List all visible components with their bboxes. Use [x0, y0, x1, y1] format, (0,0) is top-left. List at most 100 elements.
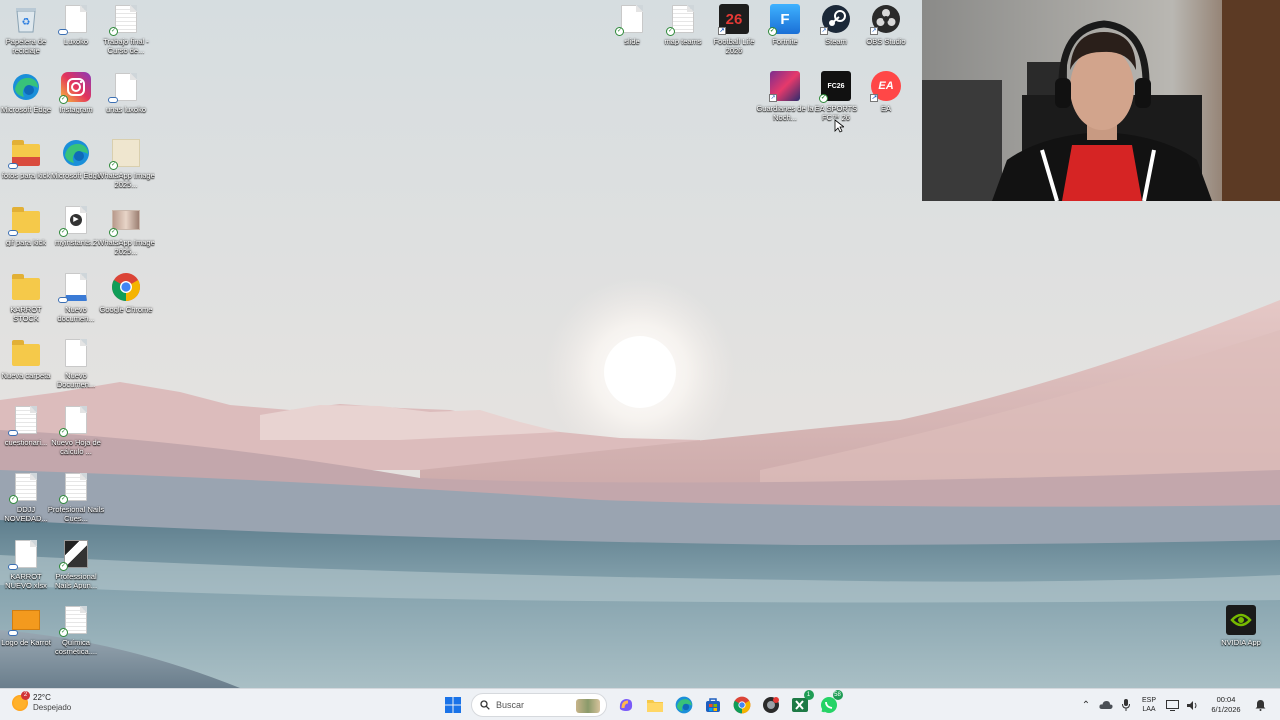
desktop-icon-fortnite[interactable]: F ✓ Fortnite	[759, 4, 811, 46]
nvidia-icon	[1226, 605, 1256, 635]
game-icon: ↗	[769, 71, 800, 102]
desktop-icon-label: WhatsApp Image 2025...	[97, 171, 155, 189]
game-icon: 26 ↗	[718, 4, 749, 35]
edge-icon	[61, 138, 91, 168]
desktop-icon-label: Professional Nails Apun...	[54, 572, 98, 590]
desktop-icon-label: Profesional Nails Cues...	[47, 505, 105, 523]
image-icon	[8, 605, 41, 636]
show-hidden-icons-button[interactable]: ⌃	[1076, 693, 1096, 717]
desktop-icon-profesional-nails-cues[interactable]: ✓ Profesional Nails Cues...	[47, 472, 105, 523]
file-explorer-button[interactable]	[643, 693, 667, 717]
app-button[interactable]	[759, 693, 783, 717]
desktop-icon-label: WhatsApp Image 2025...	[97, 238, 155, 256]
instagram-icon: ✓	[59, 72, 91, 104]
desktop-icon-microsoft-edge[interactable]: Microsoft Edge	[0, 72, 52, 114]
image-icon: ✓	[59, 539, 91, 571]
document-icon	[61, 338, 91, 368]
microphone-icon	[1122, 699, 1130, 711]
desktop-icon-ea-sports-fc26[interactable]: FC26 ✓ EA SPORTS FC™ 26	[810, 71, 862, 122]
recycle-bin-icon: ♻	[11, 4, 41, 34]
desktop-icon-label: Fortnite	[772, 37, 798, 46]
desktop-icon-guardianes[interactable]: ↗ Guardianes de la Noch...	[756, 71, 814, 122]
desktop-icon-nueva-carpeta[interactable]: Nueva carpeta	[0, 338, 52, 380]
image-icon: ✓	[109, 205, 141, 237]
tray-onedrive-button[interactable]	[1096, 693, 1116, 717]
desktop-icon-label: Química cosmética....	[54, 638, 98, 656]
desktop-icon-logo-karrot[interactable]: Logo de Karrot	[0, 605, 52, 647]
app-icon	[762, 697, 779, 713]
document-icon	[58, 4, 91, 35]
desktop-icon-label: unas luxoko	[105, 105, 147, 114]
chrome-button[interactable]	[730, 693, 754, 717]
desktop-icon-fotos-para-kick[interactable]: fotos para kick	[0, 138, 52, 180]
desktop-icon-ddjj-novedad[interactable]: ✓ DDJJ NOVEDAD...	[0, 472, 52, 523]
language-indicator[interactable]: ESP LAA	[1136, 696, 1162, 714]
desktop-icon-obs-studio[interactable]: ↗ OBS Studio	[860, 4, 912, 46]
document-icon: ✓	[59, 472, 91, 504]
weather-widget[interactable]: 2 22°C Despejado	[12, 691, 71, 713]
desktop-icon-trabajo-final[interactable]: ✓ Trabajo final - Curso de...	[100, 4, 152, 55]
desktop-icon-label: map teams	[664, 37, 702, 46]
notifications-button[interactable]	[1250, 693, 1270, 717]
document-icon: ✓	[666, 4, 698, 36]
desktop-icon-nvidia-app[interactable]: NVIDIA App	[1215, 605, 1267, 647]
desktop-icon-nuevo-documento-1[interactable]: Nuevo documen...	[50, 272, 102, 323]
whatsapp-button[interactable]: 58	[817, 690, 843, 717]
excel-badge: 1	[803, 690, 814, 700]
desktop-icon-google-chrome[interactable]: Google Chrome	[100, 272, 152, 314]
microphone-button[interactable]	[1116, 693, 1136, 717]
desktop-icon-karrot-nuevo[interactable]: KARROT NUEVO.xlsx	[0, 539, 52, 590]
desktop-icon-recycle-bin[interactable]: ♻ Papelera de reciclaje	[0, 4, 52, 55]
game-icon: FC26 ✓	[819, 71, 851, 103]
desktop-icon-football-life[interactable]: 26 ↗ Football Life 2026	[708, 4, 760, 55]
document-icon	[58, 272, 91, 303]
desktop-icon-luxoko[interactable]: Luxoko	[50, 4, 102, 46]
desktop-icon-quimica-cosmetica[interactable]: ✓ Química cosmética....	[50, 605, 102, 656]
desktop-icon-label: EA	[880, 104, 891, 113]
weather-temperature: 22°C	[33, 693, 51, 702]
desktop-icon-myinstants[interactable]: ▶ ✓ myinstants.2	[50, 205, 102, 247]
desktop-icon-microsoft-edge-2[interactable]: Microsoft Edge	[50, 138, 102, 180]
folder-icon	[8, 205, 41, 236]
edge-button[interactable]	[672, 693, 696, 717]
fortnite-icon: F ✓	[768, 4, 800, 36]
clock[interactable]: 00:04 6/1/2026	[1202, 695, 1250, 715]
store-button[interactable]	[701, 693, 725, 717]
desktop-icon-whatsapp-image-1[interactable]: ✓ WhatsApp Image 2025...	[97, 138, 155, 189]
desktop-icon-steam[interactable]: ↗ Steam	[810, 4, 862, 46]
taskbar: 2 22°C Despejado Buscar 1 58 ⌃ ESP LAA 0…	[0, 688, 1280, 720]
desktop-icon-nuevo-documento-2[interactable]: Nuevo Documen...	[50, 338, 102, 389]
document-icon: ✓	[109, 4, 141, 36]
store-icon	[705, 698, 720, 712]
desktop-icon-professional-nails-apun[interactable]: ✓ Professional Nails Apun...	[50, 539, 102, 590]
desktop-icon-cuestionario[interactable]: cuestionari...	[0, 405, 52, 447]
desktop-icon-karrot-stock[interactable]: KARROT STOCK	[0, 272, 52, 323]
desktop-icon-slide[interactable]: ✓ slide	[606, 4, 658, 46]
desktop-icon-unas-luxoko[interactable]: unas luxoko	[100, 72, 152, 114]
ea-fc-tile-text: FC26	[827, 82, 845, 90]
desktop-icon-instagram[interactable]: ✓ Instagram	[50, 72, 102, 114]
network-button[interactable]	[1162, 693, 1182, 717]
copilot-button[interactable]	[614, 693, 638, 717]
start-button[interactable]	[441, 693, 465, 717]
desktop-icon-gif-para-kick[interactable]: gif para kick	[0, 205, 52, 247]
taskbar-search[interactable]: Buscar	[471, 693, 607, 717]
desktop-icon-label: NVIDIA App	[1221, 638, 1261, 647]
desktop-icon-whatsapp-image-2[interactable]: ✓ WhatsApp Image 2025...	[97, 205, 155, 256]
document-icon: ✓	[615, 4, 647, 36]
ea-tile-text: EA	[878, 80, 894, 92]
search-icon	[480, 700, 490, 710]
fortnite-tile-text: F	[780, 10, 790, 28]
windows-icon	[444, 697, 461, 713]
edge-icon	[11, 72, 41, 102]
weather-badge: 2	[21, 691, 30, 700]
whatsapp-badge: 58	[832, 690, 843, 700]
language-code: ESP	[1141, 697, 1156, 704]
volume-button[interactable]	[1182, 693, 1202, 717]
desktop-icon-nuevo-hoja-calculo[interactable]: ✓ Nuevo Hoja de cálculo ...	[50, 405, 102, 456]
desktop-icon-map-teams[interactable]: ✓ map teams	[657, 4, 709, 46]
desktop-icon-label: slide	[624, 37, 640, 46]
excel-button[interactable]: 1	[788, 690, 814, 717]
desktop-icon-ea[interactable]: EA ↗ EA	[860, 71, 912, 113]
document-icon	[8, 539, 41, 570]
